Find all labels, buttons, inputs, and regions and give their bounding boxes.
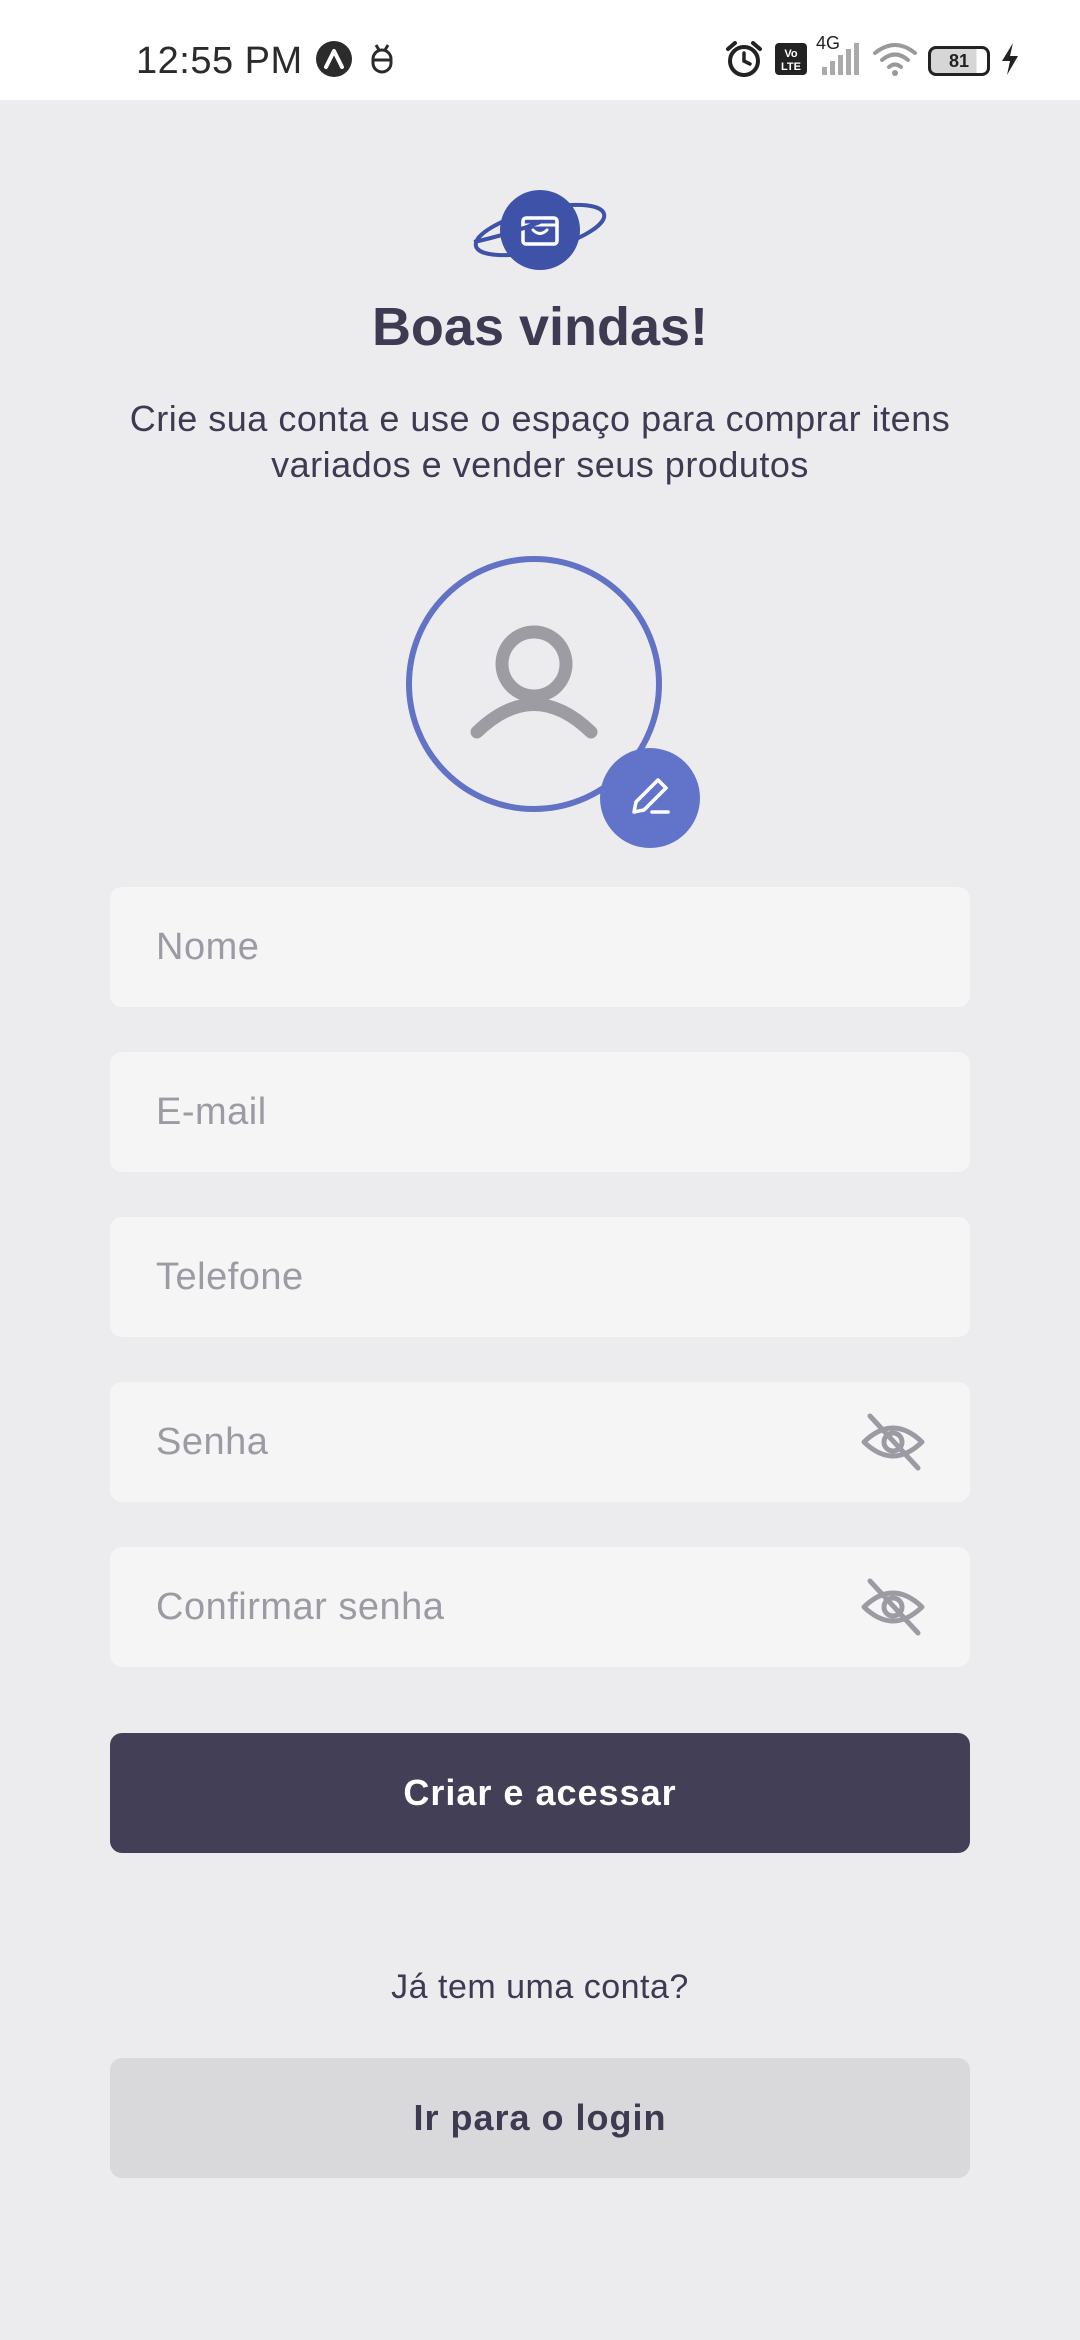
status-bar: 12:55 PM Vo LTE 4G 81 [0,0,1080,100]
name-field[interactable] [110,887,970,1007]
network-type: 4G [816,32,841,53]
logo-icon [470,184,610,276]
signal-icon: 4G [816,33,862,82]
volte-icon: Vo LTE [774,42,808,81]
status-right: Vo LTE 4G 81 [724,33,1020,84]
charging-icon [1000,42,1020,81]
eye-off-icon[interactable] [860,1409,926,1475]
phone-input[interactable] [154,1254,926,1300]
alarm-icon [724,39,764,84]
phone-field[interactable] [110,1217,970,1337]
avatar-picker[interactable] [406,556,706,856]
svg-text:Vo: Vo [784,48,798,60]
page-subtitle: Crie sua conta e use o espaço para compr… [129,398,951,485]
confirm-password-input[interactable] [154,1584,860,1630]
svg-text:LTE: LTE [781,61,801,73]
create-account-button[interactable]: Criar e acessar [110,1733,970,1853]
wifi-icon [872,41,918,82]
eye-off-icon[interactable] [860,1574,926,1640]
user-icon [469,622,599,747]
login-prompt: Já tem uma conta? [391,1968,689,2006]
edit-avatar-button[interactable] [600,748,700,848]
name-input[interactable] [154,924,926,970]
pencil-icon [626,772,674,825]
page-title: Boas vindas! [371,297,709,357]
email-field[interactable] [110,1052,970,1172]
status-left: 12:55 PM [136,36,399,86]
status-time: 12:55 PM [136,39,303,82]
password-input[interactable] [154,1419,860,1465]
confirm-password-field[interactable] [110,1547,970,1667]
email-input[interactable] [154,1089,926,1135]
app-alert-icon [315,40,353,83]
password-field[interactable] [110,1382,970,1502]
bug-icon [365,40,399,83]
battery-icon: 81 [928,46,990,76]
go-to-login-button[interactable]: Ir para o login [110,2058,970,2178]
